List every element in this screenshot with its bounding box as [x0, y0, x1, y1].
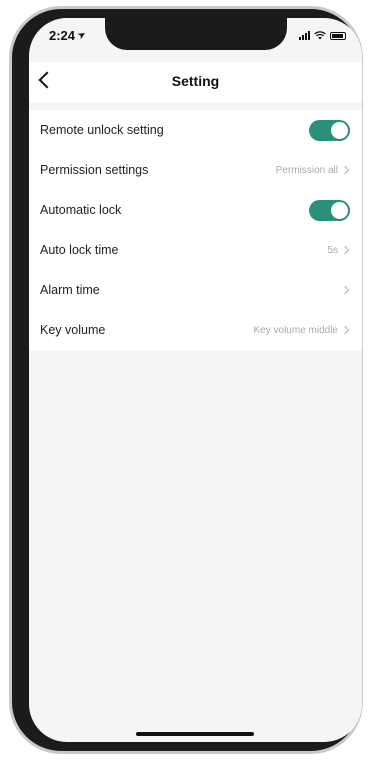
- toggle-knob: [331, 121, 348, 139]
- setting-value-group: Permission all: [276, 165, 350, 176]
- battery-icon: [330, 31, 346, 40]
- setting-row-key-volume[interactable]: Key volume Key volume middle: [29, 310, 362, 350]
- status-time: 2:24 ➤: [49, 28, 89, 43]
- setting-row-automatic-lock[interactable]: Automatic lock: [29, 190, 362, 230]
- setting-label: Automatic lock: [40, 203, 122, 217]
- setting-row-remote-unlock[interactable]: Remote unlock setting: [29, 110, 362, 150]
- chevron-right-icon: [340, 245, 350, 255]
- home-indicator[interactable]: [136, 732, 254, 736]
- setting-value: 5s: [327, 244, 338, 256]
- automatic-lock-toggle[interactable]: [309, 199, 350, 221]
- toggle-knob: [331, 201, 348, 219]
- setting-label: Alarm time: [40, 283, 100, 297]
- setting-row-alarm-time[interactable]: Alarm time: [29, 270, 362, 310]
- chevron-right-icon: [340, 285, 350, 295]
- setting-label: Key volume: [40, 323, 106, 337]
- nav-header: Setting: [29, 62, 362, 102]
- setting-label: Auto lock time: [40, 243, 119, 257]
- wifi-icon: [314, 31, 326, 40]
- status-time-text: 2:24: [49, 28, 76, 43]
- signal-icon: [299, 31, 310, 40]
- setting-label: Permission settings: [40, 163, 149, 177]
- status-icons: [299, 31, 346, 40]
- phone-screen: 2:24 ➤ Setting Remote unlock setting Per…: [29, 18, 362, 742]
- setting-value-group: [338, 285, 350, 295]
- chevron-right-icon: [340, 325, 350, 335]
- setting-label: Remote unlock setting: [40, 123, 164, 137]
- setting-value-group: Key volume middle: [254, 325, 350, 336]
- page-title: Setting: [171, 73, 220, 89]
- remote-unlock-toggle[interactable]: [309, 119, 350, 141]
- location-arrow-icon: ➤: [75, 28, 89, 43]
- setting-value: Key volume middle: [253, 324, 338, 336]
- setting-row-auto-lock-time[interactable]: Auto lock time 5s: [29, 230, 362, 270]
- chevron-right-icon: [340, 165, 350, 175]
- settings-list: Remote unlock setting Permission setting…: [29, 110, 362, 350]
- setting-value-group: 5s: [327, 245, 350, 256]
- setting-row-permission[interactable]: Permission settings Permission all: [29, 150, 362, 190]
- setting-value: Permission all: [275, 164, 338, 176]
- notch: [105, 18, 287, 50]
